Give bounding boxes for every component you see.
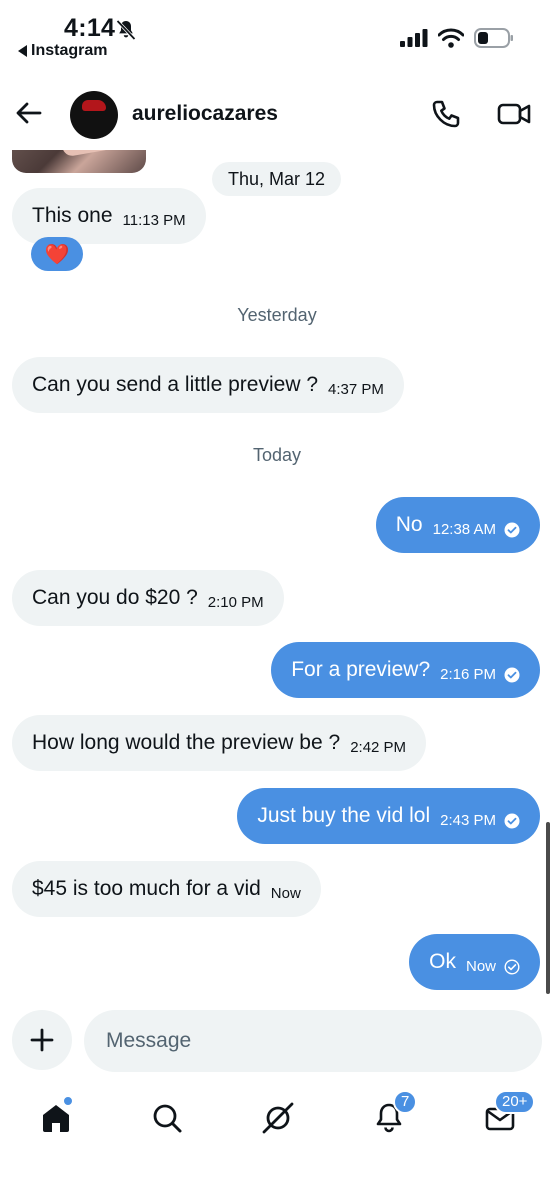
conversation-username[interactable]: aureliocazares [132,102,278,126]
bell-muted-icon [116,19,136,41]
notifications-badge: 7 [393,1090,418,1114]
read-receipt-icon [504,813,520,828]
message-time: 2:10 PM [207,594,264,611]
search-icon [153,1104,182,1133]
add-media-button[interactable] [12,1010,72,1070]
heart-reaction-icon[interactable]: ❤️ [31,237,83,271]
outgoing-message[interactable]: Just buy the vid lol 2:43 PM [237,788,540,844]
wifi-icon [438,28,464,48]
message-text: Can you do $20 ? [32,586,198,609]
tab-home[interactable] [34,1096,78,1140]
message-text: Can you send a little preview ? [32,373,318,396]
incoming-message[interactable]: How long would the preview be ? 2:42 PM [12,715,427,771]
tab-grok[interactable] [256,1096,300,1140]
day-separator: Yesterday [237,305,317,325]
avatar[interactable] [70,91,118,139]
plus-icon [30,1028,54,1052]
cellular-signal-icon [400,29,428,47]
back-triangle-icon [18,45,27,57]
outgoing-message[interactable]: For a preview? 2:16 PM [271,642,540,698]
sent-receipt-icon [504,958,520,975]
tab-search[interactable] [145,1096,189,1140]
home-unread-dot [63,1096,73,1106]
outgoing-message[interactable]: Ok Now [409,934,540,990]
conversation-header: aureliocazares [0,80,554,150]
read-receipt-icon [504,522,520,537]
outgoing-message[interactable]: No 12:38 AM [375,497,540,553]
message-text: Ok [429,950,456,973]
message-text: $45 is too much for a vid [32,877,261,900]
bottom-tab-bar: 7 20+ [0,1080,554,1200]
date-separator: Thu, Mar 12 [212,162,342,196]
message-time: 4:37 PM [328,381,384,398]
day-separator: Today [252,445,302,465]
message-time: 11:13 PM [122,212,186,229]
tab-messages[interactable]: 20+ [478,1090,536,1140]
message-text: No [395,513,423,536]
video-call-icon[interactable] [497,98,531,130]
message-text: Just buy the vid lol [257,804,431,827]
incoming-message[interactable]: Can you do $20 ? 2:10 PM [12,570,284,626]
message-time: 2:43 PM [440,812,496,829]
back-app-label: Instagram [31,42,108,59]
incoming-message[interactable]: This one 11:13 PM [12,188,206,244]
avatar-car-image [82,100,106,111]
messages-badge: 20+ [494,1090,536,1114]
message-time: Now [270,885,301,902]
message-text: For a preview? [291,658,431,681]
message-text: How long would the preview be ? [32,731,341,754]
incoming-message[interactable]: Can you send a little preview ? 4:37 PM [12,357,404,413]
grok-icon [262,1102,294,1134]
home-icon [43,1105,69,1132]
phone-call-icon[interactable] [430,98,462,130]
message-thread[interactable]: Thu, Mar 12 This one 11:13 PM ❤️ Yesterd… [0,145,554,1005]
reaction-emoji: ❤️ [44,243,70,266]
back-arrow-icon[interactable] [14,98,44,128]
message-text: This one [32,204,113,227]
back-to-app-link[interactable]: Instagram [18,42,107,60]
status-clock: 4:14 [64,14,116,42]
read-receipt-icon [504,667,520,682]
status-bar: 4:14 Instagram [0,0,554,70]
message-time: Now [465,958,496,975]
message-time: 12:38 AM [432,521,496,538]
scrollbar[interactable] [546,822,550,994]
tab-notifications[interactable]: 7 [367,1090,418,1140]
incoming-message[interactable]: $45 is too much for a vid Now [12,861,321,917]
status-icons [400,28,514,48]
message-time: 2:16 PM [440,666,496,683]
message-time: 2:42 PM [350,739,407,756]
battery-icon [474,28,513,48]
message-input[interactable] [84,1010,542,1072]
